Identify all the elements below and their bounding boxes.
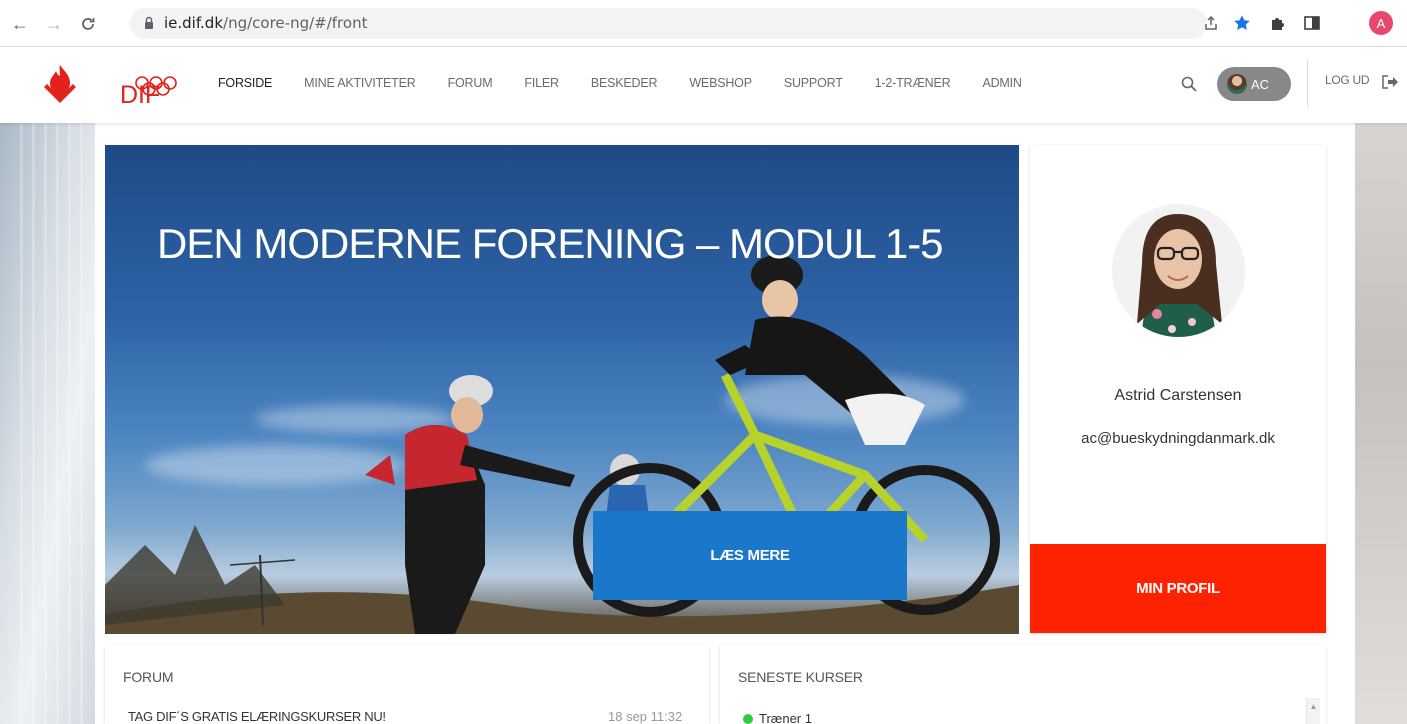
forum-post-title[interactable]: TAG DIF´S GRATIS ELÆRINGSKURSER NU! (128, 709, 386, 724)
course-item-label: Træner 1 (759, 711, 812, 724)
page-background-left (0, 123, 105, 724)
nav-item-admin[interactable]: ADMIN (982, 76, 1021, 90)
profile-photo (1112, 204, 1245, 337)
user-initials: AC (1251, 76, 1270, 92)
nav-item-1-2-traener[interactable]: 1-2-TRÆNER (875, 76, 951, 90)
dif-logo[interactable]: DIF (38, 57, 178, 113)
side-panel-icon[interactable] (1300, 11, 1324, 35)
hero-title: DEN MODERNE FORENING – MODUL 1-5 (157, 220, 944, 267)
profile-photo-image (1112, 204, 1245, 337)
my-profile-button[interactable]: MIN PROFIL (1030, 544, 1326, 633)
status-dot-icon (743, 713, 753, 724)
bookmark-star-icon[interactable] (1230, 11, 1254, 35)
nav-item-forum[interactable]: FORUM (448, 76, 493, 90)
header-divider (1307, 59, 1308, 107)
scroll-up-arrow-icon[interactable]: ▲ (1306, 698, 1320, 724)
forum-post-date: 18 sep 11:32 (608, 709, 683, 724)
logout-icon[interactable] (1381, 74, 1399, 90)
reload-icon[interactable] (76, 12, 100, 36)
read-more-button[interactable]: LÆS MERE (593, 511, 907, 600)
browser-profile-avatar[interactable]: A (1369, 11, 1393, 35)
nav-item-mine-aktiviteter[interactable]: MINE AKTIVITETER (304, 76, 416, 90)
extensions-puzzle-icon[interactable] (1266, 11, 1290, 35)
lock-icon (145, 16, 153, 29)
profile-card: Astrid Carstensen ac@bueskydningdanmark.… (1030, 145, 1326, 633)
address-bar[interactable]: ie.dif.dk/ng/core-ng/#/front (130, 8, 1207, 39)
back-arrow-icon[interactable]: ← (8, 12, 32, 36)
main-navigation: FORSIDE MINE AKTIVITETER FORUM FILER BES… (218, 76, 1054, 90)
latest-courses-panel: SENESTE KURSER Træner 1 ▲ (720, 645, 1326, 724)
site-header: DIF FORSIDE MINE AKTIVITETER FORUM FILER… (0, 47, 1407, 123)
nav-item-support[interactable]: SUPPORT (784, 76, 843, 90)
forum-panel: FORUM TAG DIF´S GRATIS ELÆRINGSKURSER NU… (105, 645, 709, 724)
forward-arrow-icon[interactable]: → (42, 12, 66, 36)
forum-panel-title: FORUM (123, 669, 174, 685)
logo-text: DIF (120, 81, 161, 109)
nav-item-forside[interactable]: FORSIDE (218, 76, 272, 90)
nav-item-filer[interactable]: FILER (524, 76, 559, 90)
nav-item-beskeder[interactable]: BESKEDER (591, 76, 658, 90)
page-background-right (1350, 123, 1407, 724)
logout-link[interactable]: LOG UD (1325, 73, 1370, 87)
user-menu-button[interactable]: AC (1217, 67, 1291, 101)
profile-name: Astrid Carstensen (1114, 387, 1242, 404)
profile-email: ac@bueskydningdanmark.dk (1081, 430, 1275, 447)
user-avatar (1227, 74, 1247, 94)
nav-item-webshop[interactable]: WEBSHOP (689, 76, 752, 90)
course-item[interactable]: Træner 1 (743, 711, 812, 724)
browser-chrome: ← → ie.dif.dk/ng/core-ng/#/front A (0, 0, 1407, 47)
search-icon[interactable] (1180, 75, 1198, 93)
latest-courses-title: SENESTE KURSER (738, 669, 863, 685)
hero-banner: DEN MODERNE FORENING – MODUL 1-5 LÆS MER… (105, 145, 1019, 634)
share-icon[interactable] (1199, 11, 1223, 35)
url-text: ie.dif.dk/ng/core-ng/#/front (164, 14, 368, 32)
